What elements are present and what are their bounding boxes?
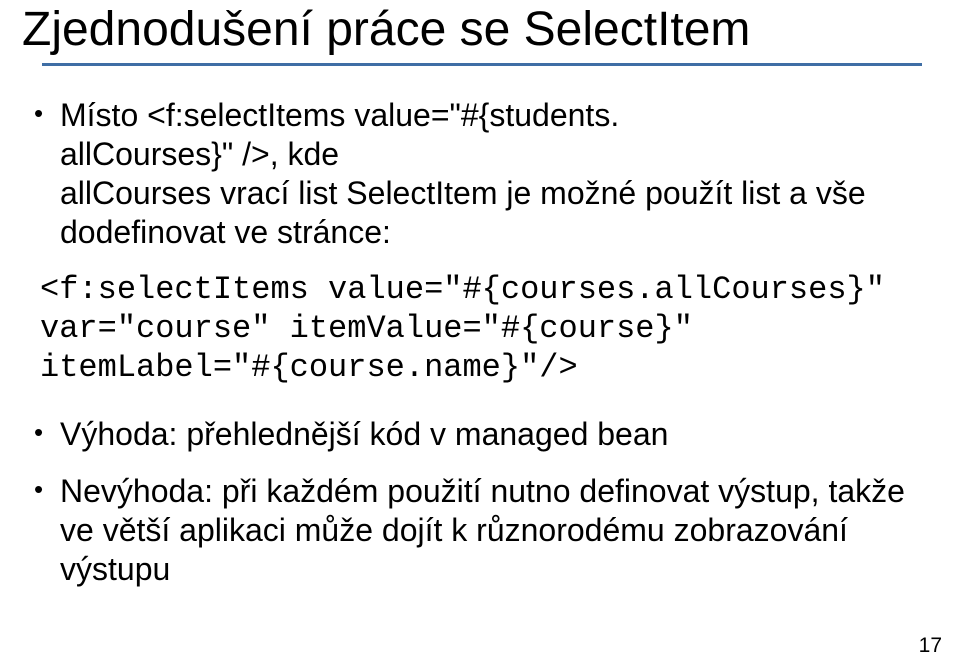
- bullet-item: Výhoda: přehlednější kód v managed bean: [60, 415, 934, 454]
- bullet-text: Místo <f:selectItems value="#{students.: [60, 97, 619, 133]
- bullet-item: Nevýhoda: při každém použití nutno defin…: [60, 472, 934, 589]
- bullet-list: Místo <f:selectItems value="#{students. …: [22, 96, 938, 252]
- title-underline: [42, 63, 922, 66]
- bullet-text: Nevýhoda: při každém použití nutno defin…: [60, 473, 905, 587]
- slide: Zjednodušení práce se SelectItem Místo <…: [0, 0, 960, 668]
- code-block: <f:selectItems value="#{courses.allCours…: [40, 270, 938, 387]
- bullet-text: allCourses vrací list SelectItem je možn…: [60, 175, 866, 250]
- slide-title: Zjednodušení práce se SelectItem: [22, 0, 938, 57]
- bullet-text: Výhoda: přehlednější kód v managed bean: [60, 416, 668, 452]
- bullet-text: allCourses}" />, kde: [60, 136, 339, 172]
- bullet-list: Výhoda: přehlednější kód v managed bean …: [22, 415, 938, 589]
- page-number: 17: [919, 634, 942, 658]
- bullet-item: Místo <f:selectItems value="#{students. …: [60, 96, 934, 252]
